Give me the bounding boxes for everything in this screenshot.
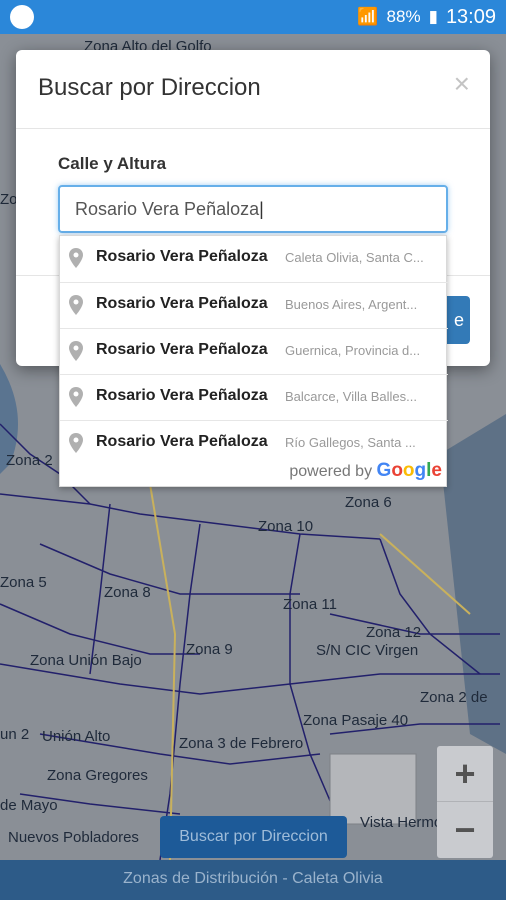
map-label: de Mayo [0,797,58,814]
map-label: Zona 11 [283,596,337,613]
location-pin-icon [69,387,83,407]
suggestion-item[interactable]: Rosario Vera Peñaloza Caleta Olivia, San… [60,236,448,282]
map-label: Zona 10 [258,518,314,535]
suggestion-secondary: Balcarce, Villa Balles... [285,389,417,404]
location-pin-icon [69,295,83,315]
suggestion-secondary: Caleta Olivia, Santa C... [285,250,424,265]
suggestion-main: Rosario Vera Peñaloza [96,295,268,312]
map-label: Zona Unión Bajo [30,652,142,669]
map-label: S/N CIC Virgen [316,642,419,659]
status-bar: 📶 88% ▮ 13:09 [0,0,506,34]
zoom-in-button[interactable]: + [437,746,493,802]
location-pin-icon [69,433,83,453]
powered-by-google: powered by Google [289,460,442,482]
divider [16,128,490,129]
map-label: Zona 2 [6,452,53,469]
map-label: Zona 8 [104,584,151,601]
suggestion-main: Rosario Vera Peñaloza [96,341,268,358]
map-label: Zona 3 de Febrero [179,735,304,752]
suggestion-main: Rosario Vera Peñaloza [96,248,268,265]
map-label: Zona 9 [186,641,233,658]
suggestion-secondary: Buenos Aires, Argent... [285,297,418,312]
map-label: Zona 6 [345,494,392,511]
address-input[interactable]: Rosario Vera Peñaloza| [58,185,448,233]
map-label: Zona Gregores [47,767,148,784]
location-pin-icon [69,341,83,361]
suggestion-main: Rosario Vera Peñaloza [96,433,268,450]
map-label: Nuevos Pobladores [8,829,139,846]
suggestion-secondary: Río Gallegos, Santa ... [285,435,416,450]
zoom-out-button[interactable]: − [437,802,493,858]
suggestion-secondary: Guernica, Provincia d... [285,343,421,358]
map-label: Zona 12 [366,624,422,641]
suggestion-item[interactable]: Rosario Vera Peñaloza Balcarce, Villa Ba… [60,374,448,420]
google-logo: Google [376,460,442,481]
battery-level: 88% [386,7,421,26]
zoom-control: + − [437,746,493,858]
map-label: Zona Pasaje 40 [303,712,409,729]
suggestion-item[interactable]: Rosario Vera Peñaloza Buenos Aires, Arge… [60,282,448,328]
address-input-value: Rosario Vera Peñaloza [75,199,260,219]
map-label: un 2 [0,726,30,743]
map-label: Zona 2 de [420,689,488,706]
powered-by-text: powered by [289,463,373,480]
wifi-icon: 📶 [357,7,379,26]
map-label: Unión Alto [42,728,111,745]
suggestion-item[interactable]: Rosario Vera Peñaloza Guernica, Provinci… [60,328,448,374]
status-right: 📶 88% ▮ 13:09 [357,0,496,34]
field-label: Calle y Altura [58,154,167,173]
autocomplete-dropdown: Rosario Vera Peñaloza Caleta Olivia, San… [59,235,448,487]
modal-title: Buscar por Direccion [38,74,261,101]
map-label: Zona 5 [0,574,47,591]
battery-icon: ▮ [428,7,438,26]
suggestion-main: Rosario Vera Peñaloza [96,387,268,404]
phone-icon [10,5,34,29]
search-address-button[interactable]: Buscar por Direccion [160,816,347,858]
close-icon[interactable]: × [454,68,470,100]
footer-title: Zonas de Distribución - Caleta Olivia [0,860,506,900]
location-pin-icon [69,248,83,268]
clock: 13:09 [445,5,496,28]
